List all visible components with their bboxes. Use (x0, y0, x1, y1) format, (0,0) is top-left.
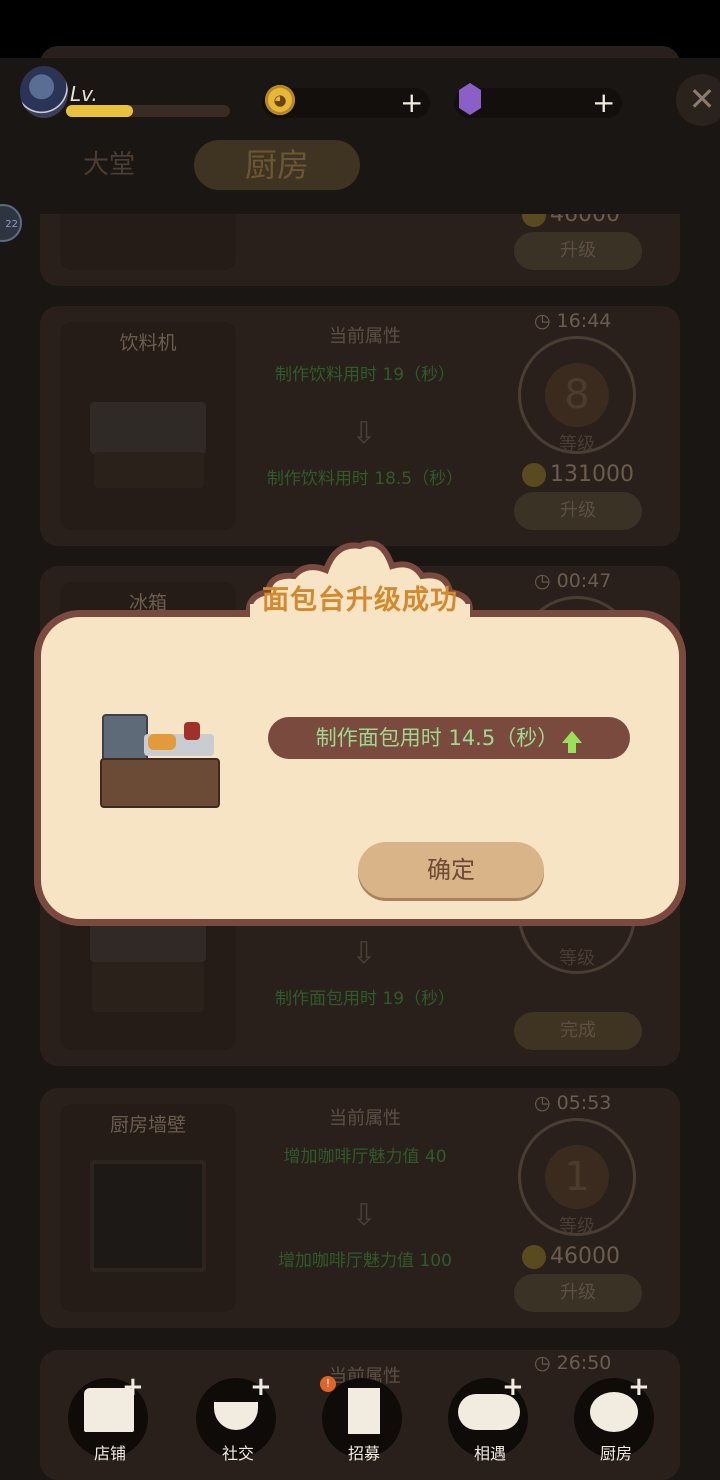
drink-machine-image (90, 402, 206, 454)
close-button[interactable]: ✕ (676, 74, 720, 126)
upgrade-stat-text: 制作面包用时 14.5（秒） (315, 726, 559, 750)
level-number: 1 (545, 1145, 609, 1209)
confirm-button[interactable]: 确定 (358, 842, 544, 898)
nav-encounter[interactable]: + 相遇 (442, 1372, 538, 1468)
current-attribute: 增加咖啡厅魅力值 40 (283, 1147, 447, 1167)
upgrade-cost: 131000 (522, 462, 634, 487)
coin-icon (522, 1245, 546, 1269)
nav-label: 社交 (221, 1444, 254, 1463)
current-attribute: 制作饮料用时 19（秒） (274, 365, 456, 385)
upgrade-timer: ◷ 26:50 (534, 1352, 612, 1374)
upgrade-stat-pill: 制作面包用时 14.5（秒） (268, 717, 630, 759)
nav-label: 厨房 (599, 1444, 632, 1463)
upgrade-timer: ◷ 16:44 (534, 310, 612, 332)
plus-icon: + (250, 1372, 272, 1402)
add-gems-button[interactable]: + (592, 89, 615, 117)
nav-label: 招募 (347, 1444, 380, 1463)
tab-hall[interactable]: 大堂 (64, 140, 154, 190)
upgrade-timer: ◷ 00:47 (534, 570, 612, 592)
dialog-title: 面包台升级成功 (262, 585, 458, 616)
item-title: 饮料机 (119, 332, 177, 354)
counter-image (92, 962, 204, 1012)
counter-image (94, 452, 204, 488)
bread-table-image (90, 922, 206, 962)
bread-table-image (100, 714, 220, 808)
next-attribute: 增加咖啡厅魅力值 100 (278, 1251, 452, 1271)
add-coins-button[interactable]: + (400, 89, 423, 117)
plus-icon: + (628, 1372, 650, 1402)
level-number: 8 (545, 363, 609, 427)
plus-icon: + (122, 1372, 144, 1402)
kitchen-item-card-drink-machine: 饮料机 当前属性 制作饮料用时 19（秒） ⇩ 制作饮料用时 18.5（秒） ◷… (40, 306, 680, 546)
recruit-door-icon (348, 1388, 380, 1434)
clock-icon: ◷ (534, 310, 557, 332)
next-attribute: 制作面包用时 19（秒） (274, 989, 456, 1009)
clock-icon: ◷ (534, 1092, 557, 1114)
tab-kitchen[interactable]: 厨房 (194, 140, 360, 190)
item-title: 厨房墙壁 (109, 1114, 186, 1136)
upgrade-timer: ◷ 05:53 (534, 1092, 612, 1114)
arrow-down-icon: ⇩ (351, 936, 377, 971)
coin-icon (522, 463, 546, 487)
nav-kitchen[interactable]: + 厨房 (568, 1372, 664, 1468)
nav-social[interactable]: + 社交 (190, 1372, 286, 1468)
upgrade-cost: 46000 (522, 1244, 620, 1269)
nav-recruit[interactable]: ! 招募 (316, 1372, 412, 1468)
upgrade-button[interactable]: 升级 (514, 1274, 642, 1312)
upgrade-button[interactable]: 升级 (514, 492, 642, 530)
xp-bar-fill (66, 105, 133, 117)
arrow-down-icon: ⇩ (351, 1198, 377, 1233)
kitchen-item-card-kitchen-wall: 厨房墙壁 当前属性 增加咖啡厅魅力值 40 ⇩ 增加咖啡厅魅力值 100 ◷ 0… (40, 1088, 680, 1328)
arrow-up-icon (562, 731, 583, 753)
player-avatar[interactable] (20, 66, 68, 118)
arrow-down-icon: ⇩ (351, 416, 377, 451)
level-label: Lv. (70, 82, 98, 106)
complete-button[interactable]: 完成 (514, 1012, 642, 1050)
notification-badge: ! (320, 1376, 336, 1392)
wall-image (90, 1160, 206, 1272)
level-label: 等级 (559, 1216, 595, 1237)
clock-icon: ◷ (534, 570, 557, 592)
nav-label: 店铺 (93, 1444, 126, 1463)
attribute-header: 当前属性 (329, 1108, 401, 1129)
attribute-header: 当前属性 (329, 326, 401, 347)
level-label: 等级 (559, 434, 595, 455)
coin-icon: ◕ (265, 85, 295, 115)
next-attribute: 制作饮料用时 18.5（秒） (266, 469, 464, 489)
upgrade-button[interactable]: 升级 (514, 232, 642, 270)
nav-label: 相遇 (473, 1444, 506, 1463)
level-label: 等级 (559, 948, 595, 969)
clock-icon: ◷ (534, 1352, 557, 1374)
nav-shop[interactable]: + 店铺 (62, 1372, 158, 1468)
tab-bar-backdrop (0, 58, 720, 214)
plus-icon: + (502, 1372, 524, 1402)
